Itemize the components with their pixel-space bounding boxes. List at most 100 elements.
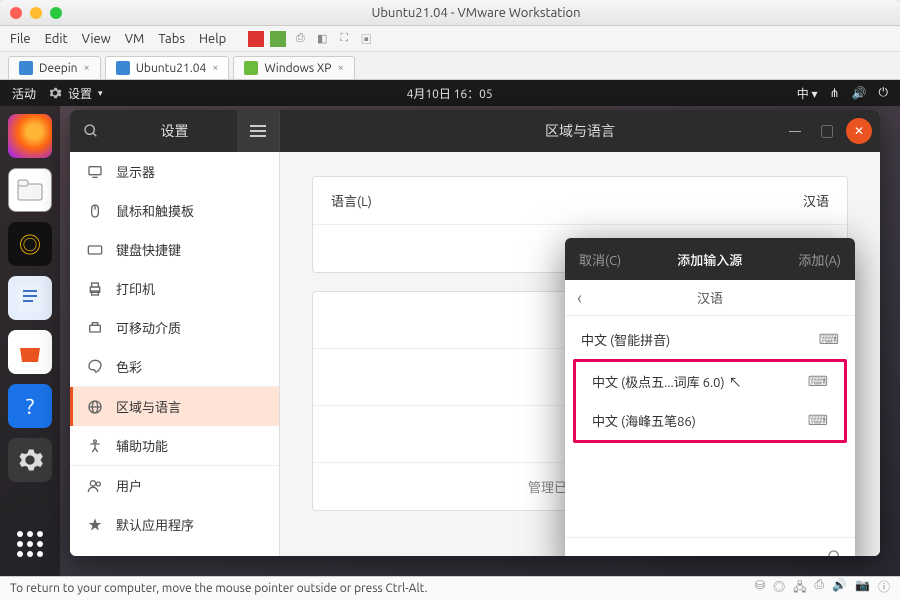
network-icon[interactable]: ⋔ [829,86,839,100]
show-applications[interactable] [8,522,52,566]
vm-tab-deepin[interactable]: Deepin × [8,56,101,79]
suspend-icon[interactable] [270,31,286,47]
dialog-search-button[interactable] [565,537,855,556]
input-source-option[interactable]: 中文 (智能拼音) ⌨ [565,320,855,359]
unity-icon[interactable]: ▣ [358,31,374,47]
activities-button[interactable]: 活动 [12,85,36,102]
minimize-icon[interactable] [30,7,42,19]
minimize-button[interactable]: — [782,118,808,144]
grid-icon [17,531,43,557]
vm-tab-label: Windows XP [264,62,331,75]
volume-icon[interactable]: 🔊 [852,86,867,100]
sidebar-item-removable[interactable]: 可移动介质 [70,308,279,347]
sidebar-item-region[interactable]: 区域与语言 [70,387,279,426]
close-tab-icon[interactable]: × [212,62,218,74]
sidebar-item-users[interactable]: 用户 [70,466,279,505]
disk-icon[interactable]: ⛁ [755,578,765,599]
source-label: 中文 (智能拼音) [581,330,670,349]
language-label: 语言(L) [331,191,372,210]
input-source-option[interactable]: 中文 (极点五...词库 6.0)↖ ⌨ [576,362,844,401]
cd-icon[interactable]: ◎ [773,578,785,599]
cancel-button[interactable]: 取消(C) [579,250,621,269]
language-row[interactable]: 语言(L) 汉语 [313,177,847,224]
menu-view[interactable]: View [82,32,111,46]
sidebar-item-accessibility[interactable]: 辅助功能 [70,426,279,465]
menu-help[interactable]: Help [199,32,226,46]
sidebar-item-color[interactable]: 色彩 [70,347,279,386]
hamburger-icon [250,125,266,137]
clock[interactable]: 4月10日 16：05 [103,85,797,102]
dock-text-editor[interactable] [8,276,52,320]
keyboard-preview-icon[interactable]: ⌨ [819,331,839,348]
search-icon [83,123,99,139]
input-method-indicator[interactable]: 中 ▾ [797,85,818,102]
gnome-dock: ◎ ? [0,106,60,576]
vm-icon [244,61,258,75]
vm-tab-winxp[interactable]: Windows XP × [233,56,354,79]
sidebar-item-printer[interactable]: 打印机 [70,269,279,308]
fullscreen-icon[interactable]: ⛶ [336,31,352,47]
sidebar-item-defaultapps[interactable]: 默认应用程序 [70,505,279,544]
menu-vm[interactable]: VM [125,32,145,46]
menu-file[interactable]: File [10,32,31,46]
mouse-icon [86,202,104,220]
settings-headerbar: 设置 区域与语言 — ▢ ✕ [70,110,880,152]
network-icon[interactable]: 🖧 [793,578,806,599]
sidebar-item-mouse[interactable]: 鼠标和触摸板 [70,191,279,230]
sidebar-item-datetime[interactable]: 日期和时间 [70,544,279,556]
defaultapps-icon [86,516,104,534]
sidebar-item-label: 色彩 [116,357,142,376]
zoom-icon[interactable] [50,7,62,19]
vmware-menubar: File Edit View VM Tabs Help ⎙ ◧ ⛶ ▣ [0,26,900,52]
cursor-icon: ↖ [729,372,742,391]
keyboard-preview-icon[interactable]: ⌨ [808,373,828,390]
keyboard-preview-icon[interactable]: ⌨ [808,412,828,429]
power-icon[interactable]: ⏻ [879,86,889,100]
gear-icon [48,86,62,100]
dock-software[interactable] [8,330,52,374]
source-label: 中文 (极点五...词库 6.0)↖ [592,372,742,391]
dialog-title: 添加输入源 [677,250,742,269]
sidebar-item-label: 用户 [116,476,142,495]
info-icon[interactable]: ⓘ [878,578,890,599]
maximize-button[interactable]: ▢ [814,118,840,144]
settings-window: 设置 区域与语言 — ▢ ✕ 显示器鼠标和触摸板键盘快捷键打印机可移动介质色彩区… [70,110,880,556]
dock-help[interactable]: ? [8,384,52,428]
snapshot-icon[interactable]: ⎙ [292,31,308,47]
snapshot-mgr-icon[interactable]: ◧ [314,31,330,47]
menu-tabs[interactable]: Tabs [158,32,185,46]
hamburger-button[interactable] [237,110,279,152]
usb-icon[interactable]: ⎙ [814,578,824,599]
menu-edit[interactable]: Edit [45,32,68,46]
app-menu[interactable]: 设置 ▾ [48,85,103,102]
camera-icon[interactable]: 📷 [855,578,870,599]
sidebar-item-label: 默认应用程序 [116,515,194,534]
sidebar-item-label: 显示器 [116,162,155,181]
vm-icon [116,61,130,75]
dock-settings[interactable] [8,438,52,482]
status-hint: To return to your computer, move the mou… [10,582,427,595]
input-source-option[interactable]: 中文 (海峰五笔86) ⌨ [576,401,844,440]
close-button[interactable]: ✕ [846,118,872,144]
search-button[interactable] [70,110,112,152]
dialog-subheader: 汉语 [697,288,723,307]
sidebar-item-display[interactable]: 显示器 [70,152,279,191]
power-icon[interactable] [248,31,264,47]
dock-files[interactable] [8,168,52,212]
close-tab-icon[interactable]: × [337,62,343,74]
dock-firefox[interactable] [8,114,52,158]
keyboard-icon [86,241,104,259]
region-icon [86,398,104,416]
close-icon[interactable] [10,7,22,19]
vm-tab-label: Ubuntu21.04 [136,62,207,75]
sidebar-item-keyboard[interactable]: 键盘快捷键 [70,230,279,269]
sound-icon[interactable]: 🔊 [832,578,847,599]
vm-tab-bar: Deepin × Ubuntu21.04 × Windows XP × [0,52,900,80]
close-tab-icon[interactable]: × [84,62,90,74]
add-button[interactable]: 添加(A) [798,250,841,269]
back-button[interactable]: ‹ [577,288,582,308]
vm-tab-ubuntu[interactable]: Ubuntu21.04 × [105,56,230,79]
settings-content: 语言(L) 汉语 中国 [280,152,880,556]
vm-tab-label: Deepin [39,62,78,75]
dock-rhythmbox[interactable]: ◎ [8,222,52,266]
